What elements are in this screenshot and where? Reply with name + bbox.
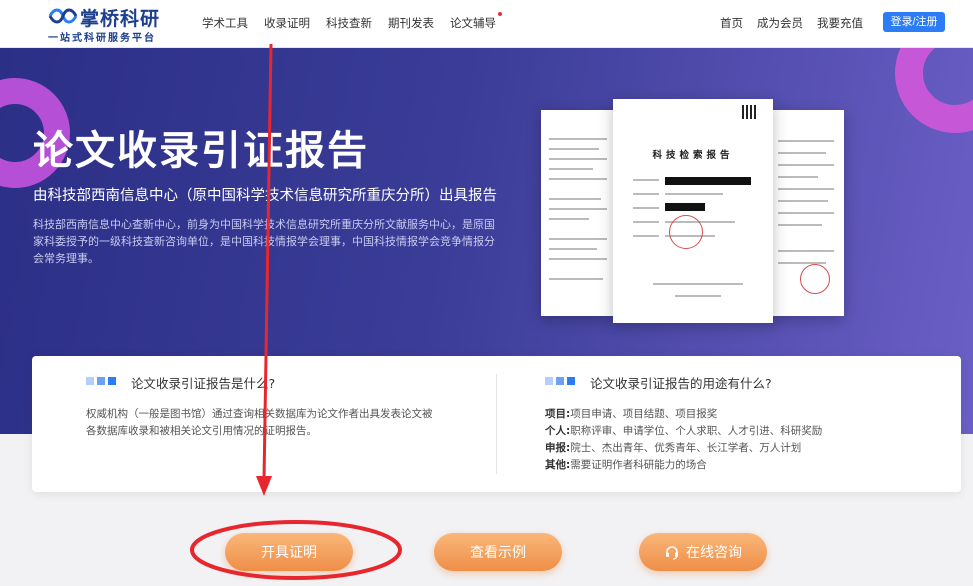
nav-item-paper-tutoring-label: 论文辅导 <box>450 16 496 30</box>
decorative-ring-right <box>895 48 973 133</box>
what-is-heading: 论文收录引证报告是什么? <box>131 376 276 391</box>
view-example-button[interactable]: 查看示例 <box>434 533 562 571</box>
hero-description: 科技部西南信息中心查新中心，前身为中国科学技术信息研究所重庆分所文献服务中心，是… <box>33 218 495 265</box>
report-page-center: 科技检索报告 <box>613 99 773 323</box>
headset-icon <box>666 546 678 560</box>
report-page-left <box>541 110 617 316</box>
nav-item-paper-tutoring[interactable]: 论文辅导 <box>450 12 502 31</box>
section-squares-icon-2 <box>545 377 575 385</box>
seal-stamp <box>800 264 830 294</box>
login-register-button[interactable]: 登录/注册 <box>883 12 945 32</box>
logo-slogan: 一站式科研服务平台 <box>48 33 156 44</box>
nav-item-novelty-search[interactable]: 科技查新 <box>326 15 372 31</box>
qr-code-icon <box>742 105 756 119</box>
logo-wave-icon <box>48 8 78 24</box>
online-consult-button[interactable]: 在线咨询 <box>639 533 767 571</box>
header-right-links: 首页 成为会员 我要充值 <box>720 15 863 31</box>
online-consult-label: 在线咨询 <box>686 544 742 560</box>
use-item: 申报:院士、杰出青年、优秀青年、长江学者、万人计划 <box>545 442 802 454</box>
report-doc-title: 科技检索报告 <box>652 150 734 161</box>
info-card: 论文收录引证报告是什么? 权威机构（一般是图书馆）通过查询相关数据库为论文作者出… <box>32 356 961 492</box>
report-page-right <box>766 110 844 316</box>
nav-item-inclusion-proof[interactable]: 收录证明 <box>264 15 310 31</box>
issue-certificate-button[interactable]: 开具证明 <box>225 533 353 571</box>
use-item: 项目:项目申请、项目结题、项目报奖 <box>545 408 718 420</box>
what-is-text: 权威机构（一般是图书馆）通过查询相关数据库为论文作者出具发表论文被各数据库收录和… <box>86 408 433 437</box>
become-member-link[interactable]: 成为会员 <box>757 15 803 31</box>
view-example-label: 查看示例 <box>470 544 526 560</box>
home-link[interactable]: 首页 <box>720 15 743 31</box>
hero-subtitle: 由科技部西南信息中心（原中国科学技术信息研究所重庆分所）出具报告 <box>33 188 497 204</box>
red-dot-icon <box>498 12 502 16</box>
main-nav: 学术工具 收录证明 科技查新 期刊发表 论文辅导 <box>202 12 502 31</box>
uses-heading: 论文收录引证报告的用途有什么? <box>590 376 772 391</box>
site-logo[interactable]: 掌桥科研 一站式科研服务平台 <box>48 4 188 44</box>
use-item: 其他:需要证明作者科研能力的场合 <box>545 459 707 471</box>
logo-name: 掌桥科研 <box>80 8 161 30</box>
seal-stamp-center <box>669 215 703 249</box>
recharge-link[interactable]: 我要充值 <box>817 15 863 31</box>
page-title: 论文收录引证报告 <box>33 128 369 174</box>
nav-item-academic-tools[interactable]: 学术工具 <box>202 15 248 31</box>
section-squares-icon <box>86 377 116 385</box>
top-header: 掌桥科研 一站式科研服务平台 学术工具 收录证明 科技查新 期刊发表 论文辅导 … <box>0 0 973 48</box>
card-divider <box>496 374 497 474</box>
issue-certificate-label: 开具证明 <box>261 544 317 560</box>
uses-list: 项目:项目申请、项目结题、项目报奖 个人:职称评审、申请学位、个人求职、人才引进… <box>545 406 945 474</box>
nav-item-journal-publish[interactable]: 期刊发表 <box>388 15 434 31</box>
use-item: 个人:职称评审、申请学位、个人求职、人才引进、科研奖励 <box>545 425 823 437</box>
